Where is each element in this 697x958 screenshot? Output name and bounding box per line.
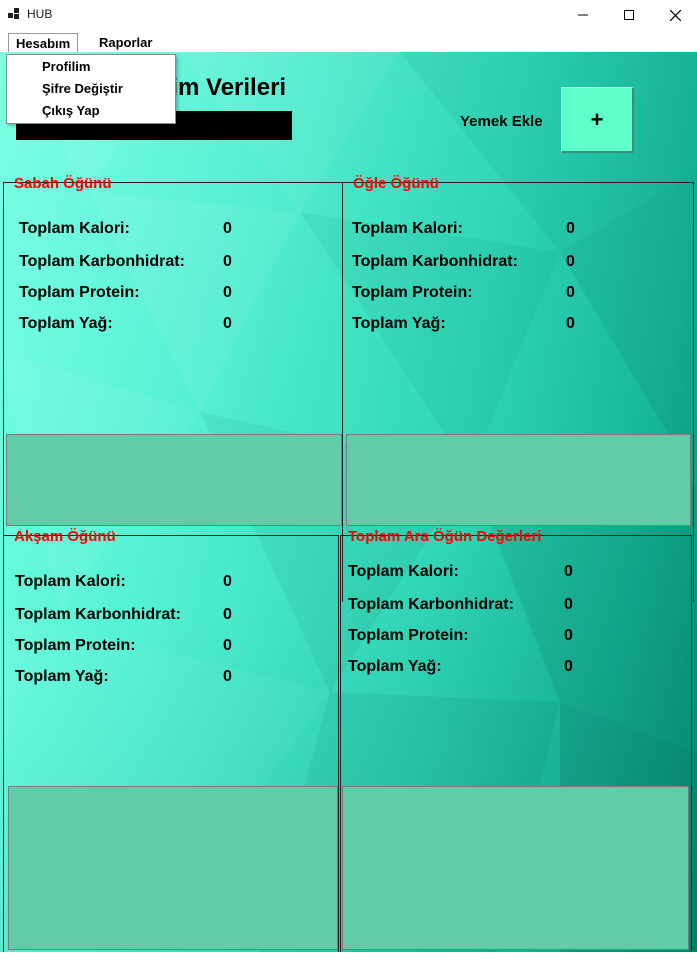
ogle-kalori-value: 0 — [566, 220, 575, 237]
ara-yag-label: Toplam Yağ: — [348, 658, 442, 675]
menu-hesabim[interactable]: Hesabım — [8, 33, 79, 53]
menu-cikis-yap[interactable]: Çıkış Yap — [42, 103, 100, 118]
sabah-karbonhidrat-value: 0 — [223, 253, 232, 270]
aksam-yag-value: 0 — [223, 668, 232, 685]
ogle-karbonhidrat-label: Toplam Karbonhidrat: — [352, 253, 518, 270]
aksam-protein-value: 0 — [223, 637, 232, 654]
ogle-title: Öğle Öğünü — [353, 175, 439, 192]
hesabim-dropdown: Profilim Şifre Değiştir Çıkış Yap — [6, 54, 176, 124]
ara-food-list[interactable] — [342, 786, 689, 950]
app-icon — [8, 8, 20, 20]
aksam-title: Akşam Öğünü — [14, 528, 116, 545]
minimize-icon — [578, 14, 588, 16]
ogle-yag-value: 0 — [566, 315, 575, 332]
aksam-kalori-label: Toplam Kalori: — [15, 573, 126, 590]
window-title: HUB — [27, 7, 53, 21]
ogle-food-list[interactable] — [346, 434, 691, 526]
aksam-kalori-value: 0 — [223, 573, 232, 590]
sabah-kalori-value: 0 — [223, 220, 232, 237]
main-content: etim Verileri Yemek Ekle + Sabah Öğünü T… — [0, 52, 697, 952]
ogle-kalori-label: Toplam Kalori: — [352, 220, 463, 237]
sabah-protein-value: 0 — [223, 284, 232, 301]
maximize-button[interactable] — [606, 0, 652, 30]
menu-profilim[interactable]: Profilim — [42, 59, 90, 74]
aksam-karbonhidrat-label: Toplam Karbonhidrat: — [15, 606, 181, 623]
aksam-karbonhidrat-value: 0 — [223, 606, 232, 623]
menu-raporlar[interactable]: Raporlar — [92, 33, 159, 51]
close-button[interactable] — [652, 0, 697, 30]
sabah-yag-label: Toplam Yağ: — [19, 315, 113, 332]
sabah-food-list[interactable] — [6, 434, 342, 526]
ogle-protein-label: Toplam Protein: — [352, 284, 473, 301]
sabah-protein-label: Toplam Protein: — [19, 284, 140, 301]
title-bar: HUB — [0, 0, 697, 30]
ara-protein-value: 0 — [564, 627, 573, 644]
menu-bar: Hesabım Raporlar — [0, 30, 697, 53]
add-food-button[interactable]: + — [561, 87, 634, 153]
sabah-karbonhidrat-label: Toplam Karbonhidrat: — [19, 253, 185, 270]
close-icon — [669, 9, 681, 21]
sabah-kalori-label: Toplam Kalori: — [19, 220, 130, 237]
sabah-yag-value: 0 — [223, 315, 232, 332]
window-bottom-edge — [0, 952, 697, 958]
ogle-protein-value: 0 — [566, 284, 575, 301]
aksam-protein-label: Toplam Protein: — [15, 637, 136, 654]
ara-karbonhidrat-value: 0 — [564, 596, 573, 613]
ogle-karbonhidrat-value: 0 — [566, 253, 575, 270]
minimize-button[interactable] — [560, 0, 606, 30]
ara-karbonhidrat-label: Toplam Karbonhidrat: — [348, 596, 514, 613]
menu-sifre-degistir[interactable]: Şifre Değiştir — [42, 81, 123, 96]
ara-kalori-label: Toplam Kalori: — [348, 563, 459, 580]
ogle-yag-label: Toplam Yağ: — [352, 315, 446, 332]
aksam-food-list[interactable] — [8, 786, 338, 950]
maximize-icon — [624, 10, 634, 20]
ara-protein-label: Toplam Protein: — [348, 627, 469, 644]
aksam-yag-label: Toplam Yağ: — [15, 668, 109, 685]
ara-kalori-value: 0 — [564, 563, 573, 580]
yemek-ekle-label: Yemek Ekle — [460, 113, 543, 130]
ara-yag-value: 0 — [564, 658, 573, 675]
sabah-title: Sabah Öğünü — [14, 175, 112, 192]
ara-title: Toplam Ara Öğün Değerleri — [348, 528, 542, 545]
